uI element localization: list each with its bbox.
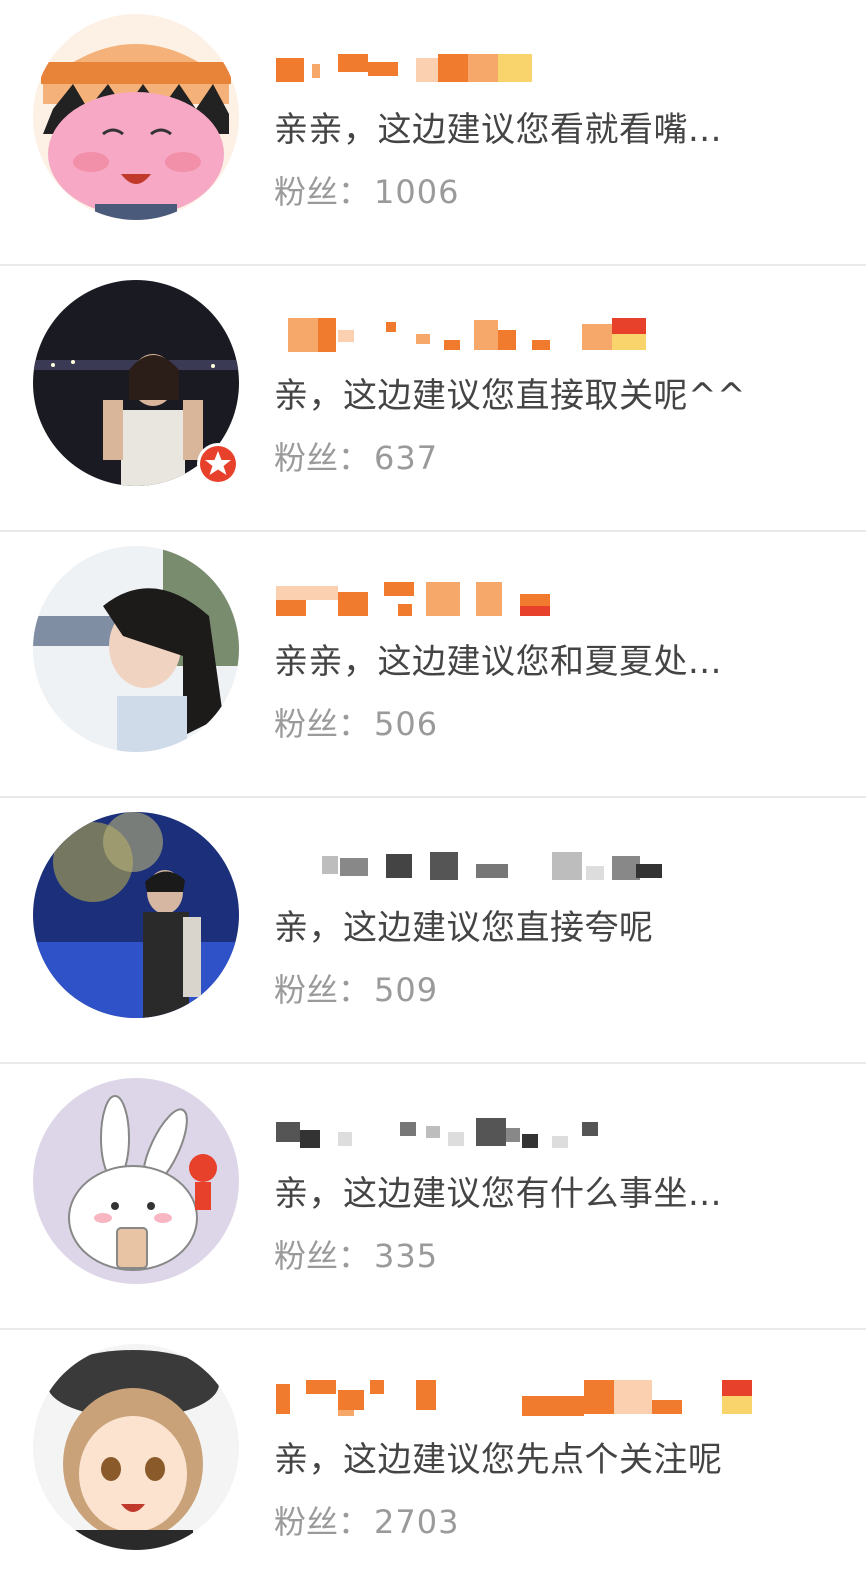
user-bio: 亲亲，这边建议您和夏夏处... bbox=[274, 642, 722, 682]
list-item[interactable]: 亲亲，这边建议您看就看嘴... 粉丝： 1006 bbox=[0, 0, 866, 266]
pixelated-username-icon bbox=[322, 852, 662, 880]
fans-count: 粉丝： 335 bbox=[274, 1234, 438, 1278]
fans-number: 2703 bbox=[374, 1503, 460, 1541]
user-bio: 亲，这边建议您直接夸呢 bbox=[274, 908, 654, 948]
fans-label: 粉丝： bbox=[274, 705, 371, 743]
avatar[interactable] bbox=[33, 1078, 239, 1284]
username-mosaic bbox=[276, 316, 756, 352]
list-item[interactable]: 亲，这边建议您直接取关呢^^ 粉丝： 637 bbox=[0, 266, 866, 532]
fans-number: 1006 bbox=[374, 173, 460, 211]
fans-count: 粉丝： 506 bbox=[274, 702, 438, 746]
user-bio: 亲亲，这边建议您看就看嘴... bbox=[274, 110, 722, 150]
user-list: 亲亲，这边建议您看就看嘴... 粉丝： 1006 亲，这边建议您直接取关呢^^ … bbox=[0, 0, 866, 1570]
avatar[interactable] bbox=[33, 812, 239, 1018]
fans-number: 335 bbox=[374, 1237, 439, 1275]
user-bio: 亲，这边建议您先点个关注呢 bbox=[274, 1440, 723, 1480]
fans-number: 506 bbox=[374, 705, 439, 743]
username-mosaic bbox=[276, 1114, 756, 1150]
pixelated-username-icon bbox=[276, 1380, 752, 1416]
avatar[interactable] bbox=[33, 14, 239, 220]
user-bio: 亲，这边建议您有什么事坐... bbox=[274, 1174, 722, 1214]
fans-label: 粉丝： bbox=[274, 971, 371, 1009]
fans-label: 粉丝： bbox=[274, 1237, 371, 1275]
photo-person-blue-lights-avatar bbox=[33, 812, 239, 1018]
pixelated-username-icon bbox=[276, 1118, 598, 1148]
avatar[interactable] bbox=[33, 546, 239, 752]
fans-label: 粉丝： bbox=[274, 173, 371, 211]
fans-count: 粉丝： 637 bbox=[274, 436, 438, 480]
user-bio: 亲，这边建议您直接取关呢^^ bbox=[274, 376, 746, 416]
list-item[interactable]: 亲，这边建议您先点个关注呢 粉丝： 2703 bbox=[0, 1330, 866, 1570]
fans-label: 粉丝： bbox=[274, 1503, 371, 1541]
list-item[interactable]: 亲，这边建议您有什么事坐... 粉丝： 335 bbox=[0, 1064, 866, 1330]
fans-number: 509 bbox=[374, 971, 439, 1009]
pixelated-username-icon bbox=[276, 582, 550, 616]
anime-girl-beret-avatar bbox=[33, 1344, 239, 1550]
fans-number: 637 bbox=[374, 439, 439, 477]
fans-label: 粉丝： bbox=[274, 439, 371, 477]
fans-count: 粉丝： 509 bbox=[274, 968, 438, 1012]
username-mosaic bbox=[276, 50, 756, 86]
photo-girl-windblown-hair-avatar bbox=[33, 546, 239, 752]
cartoon-rabbit-bubble-tea-avatar bbox=[33, 1078, 239, 1284]
username-mosaic bbox=[276, 1380, 756, 1416]
pixelated-username-icon bbox=[288, 318, 646, 352]
fans-count: 粉丝： 1006 bbox=[274, 170, 459, 214]
username-mosaic bbox=[276, 582, 756, 618]
pixelated-username-icon bbox=[276, 54, 532, 82]
cartoon-girl-orange-hat-avatar bbox=[33, 14, 239, 220]
list-item[interactable]: 亲亲，这边建议您和夏夏处... 粉丝： 506 bbox=[0, 532, 866, 798]
avatar[interactable] bbox=[33, 1344, 239, 1550]
username-mosaic bbox=[276, 848, 756, 884]
list-item[interactable]: 亲，这边建议您直接夸呢 粉丝： 509 bbox=[0, 798, 866, 1064]
star-badge-icon bbox=[197, 443, 239, 485]
fans-count: 粉丝： 2703 bbox=[274, 1500, 459, 1544]
